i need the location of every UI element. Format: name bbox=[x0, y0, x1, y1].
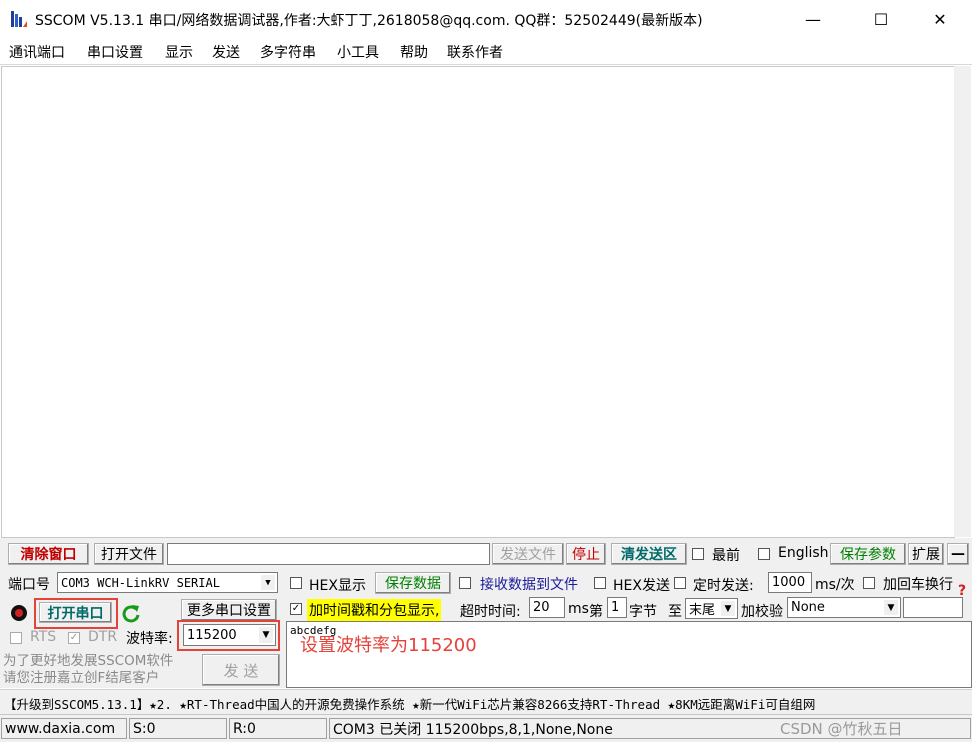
hex-send-checkbox[interactable] bbox=[594, 577, 606, 589]
baud-label: 波特率: bbox=[126, 631, 173, 647]
file-path-input[interactable] bbox=[167, 543, 490, 565]
byte-index-input[interactable]: 1 bbox=[607, 597, 627, 618]
menu-contact[interactable]: 联系作者 bbox=[447, 42, 503, 62]
receive-scrollbar[interactable] bbox=[954, 66, 971, 537]
save-params-button[interactable]: 保存参数 bbox=[830, 543, 906, 565]
port-status-icon bbox=[11, 605, 27, 621]
chevron-down-icon: ▼ bbox=[884, 600, 898, 615]
append-crlf-checkbox[interactable] bbox=[863, 577, 875, 589]
checksum-label: 加校验 bbox=[741, 604, 783, 620]
checksum-select[interactable]: None ▼ bbox=[787, 597, 901, 618]
hex-display-label: HEX显示 bbox=[309, 578, 366, 594]
open-file-button[interactable]: 打开文件 bbox=[94, 543, 164, 565]
collapse-button[interactable]: — bbox=[947, 543, 969, 565]
byte-suffix-label: 字节 bbox=[629, 604, 657, 620]
timestamp-label: 加时间戳和分包显示, bbox=[307, 599, 442, 621]
hex-send-label: HEX发送 bbox=[613, 578, 670, 594]
timed-send-checkbox[interactable] bbox=[674, 577, 686, 589]
baud-select[interactable]: 115200 ▼ bbox=[183, 624, 276, 646]
menu-multi-string[interactable]: 多字符串 bbox=[260, 42, 316, 62]
menu-send[interactable]: 发送 bbox=[212, 42, 240, 62]
english-checkbox[interactable] bbox=[758, 548, 770, 560]
timeout-unit: ms bbox=[568, 601, 589, 617]
dtr-checkbox[interactable]: ✓ bbox=[68, 632, 80, 644]
close-button[interactable]: ✕ bbox=[917, 0, 963, 38]
timeout-input[interactable]: 20 bbox=[529, 597, 565, 618]
timestamp-checkbox[interactable]: ✓ bbox=[290, 603, 302, 615]
recv-to-file-label: 接收数据到文件 bbox=[480, 577, 578, 593]
baud-annotation: 设置波特率为115200 bbox=[300, 635, 477, 656]
port-select-value: COM3 WCH-LinkRV SERIAL bbox=[61, 575, 220, 590]
append-crlf-label: 加回车换行 bbox=[883, 577, 953, 593]
title-bar: SSCOM V5.13.1 串口/网络数据调试器,作者:大虾丁丁,2618058… bbox=[0, 0, 972, 38]
stop-button[interactable]: 停止 bbox=[566, 543, 606, 565]
refresh-icon[interactable] bbox=[121, 603, 141, 623]
dtr-label: DTR bbox=[88, 629, 118, 645]
menu-tools[interactable]: 小工具 bbox=[337, 42, 379, 62]
expand-button[interactable]: 扩展 bbox=[908, 543, 944, 565]
send-file-button[interactable]: 发送文件 bbox=[492, 543, 564, 565]
status-bar: www.daxia.com S:0 R:0 COM3 已关闭 115200bps… bbox=[0, 714, 972, 742]
recv-to-file-checkbox[interactable] bbox=[459, 577, 471, 589]
menu-help[interactable]: 帮助 bbox=[400, 42, 428, 62]
to-label: 至 bbox=[668, 604, 682, 620]
chevron-down-icon: ▼ bbox=[259, 627, 273, 643]
port-select[interactable]: COM3 WCH-LinkRV SERIAL ▼ bbox=[57, 572, 278, 593]
topmost-label: 最前 bbox=[712, 548, 740, 564]
baud-select-value: 115200 bbox=[187, 627, 237, 643]
to-select-value: 末尾 bbox=[689, 603, 716, 618]
more-settings-button[interactable]: 更多串口设置 bbox=[181, 599, 277, 621]
menu-display[interactable]: 显示 bbox=[165, 42, 193, 62]
open-port-button[interactable]: 打开串口 bbox=[39, 602, 112, 623]
interval-unit: ms/次 bbox=[815, 577, 855, 593]
interval-input[interactable]: 1000 bbox=[768, 572, 812, 593]
hex-display-checkbox[interactable] bbox=[290, 577, 302, 589]
help-icon[interactable]: ? bbox=[958, 583, 966, 599]
rts-checkbox[interactable] bbox=[10, 632, 22, 644]
save-data-button[interactable]: 保存数据 bbox=[375, 572, 451, 594]
menu-comm-port[interactable]: 通讯端口 bbox=[9, 42, 65, 62]
timeout-label: 超时时间: bbox=[460, 604, 521, 620]
to-select[interactable]: 末尾 ▼ bbox=[685, 598, 738, 619]
clear-send-area-button[interactable]: 清发送区 bbox=[611, 543, 687, 565]
send-button[interactable]: 发 送 bbox=[202, 654, 280, 686]
rts-label: RTS bbox=[30, 629, 57, 645]
maximize-button[interactable]: ☐ bbox=[858, 0, 904, 38]
status-sent-count: S:0 bbox=[129, 718, 227, 739]
status-recv-count: R:0 bbox=[229, 718, 327, 739]
receive-area[interactable] bbox=[1, 66, 955, 538]
checksum-select-value: None bbox=[791, 600, 825, 615]
menu-serial-settings[interactable]: 串口设置 bbox=[87, 42, 143, 62]
status-site: www.daxia.com bbox=[1, 718, 127, 739]
clear-window-button[interactable]: 清除窗口 bbox=[8, 543, 89, 565]
app-icon bbox=[11, 11, 27, 27]
byte-prefix-label: 第 bbox=[589, 604, 603, 620]
timed-send-label: 定时发送: bbox=[693, 578, 754, 594]
minimize-button[interactable]: — bbox=[790, 0, 836, 38]
chevron-down-icon: ▼ bbox=[721, 601, 735, 616]
news-ticker: 【升级到SSCOM5.13.1】★2. ★RT-Thread中国人的开源免费操作… bbox=[0, 689, 972, 714]
port-label: 端口号 bbox=[8, 577, 50, 593]
menu-bar: 通讯端口 串口设置 显示 发送 多字符串 小工具 帮助 联系作者 bbox=[0, 38, 972, 65]
window-title: SSCOM V5.13.1 串口/网络数据调试器,作者:大虾丁丁,2618058… bbox=[35, 13, 703, 29]
topmost-checkbox[interactable] bbox=[692, 548, 704, 560]
checksum-extra-field[interactable] bbox=[903, 597, 963, 618]
chevron-down-icon: ▼ bbox=[261, 575, 275, 590]
watermark: CSDN @竹秋五日 bbox=[780, 720, 903, 738]
ticker-text: 【升级到SSCOM5.13.1】★2. ★RT-Thread中国人的开源免费操作… bbox=[4, 697, 816, 712]
promo-text: 为了更好地发展SSCOM软件 请您注册嘉立创F结尾客户 bbox=[3, 653, 174, 686]
english-label: English bbox=[778, 545, 829, 561]
